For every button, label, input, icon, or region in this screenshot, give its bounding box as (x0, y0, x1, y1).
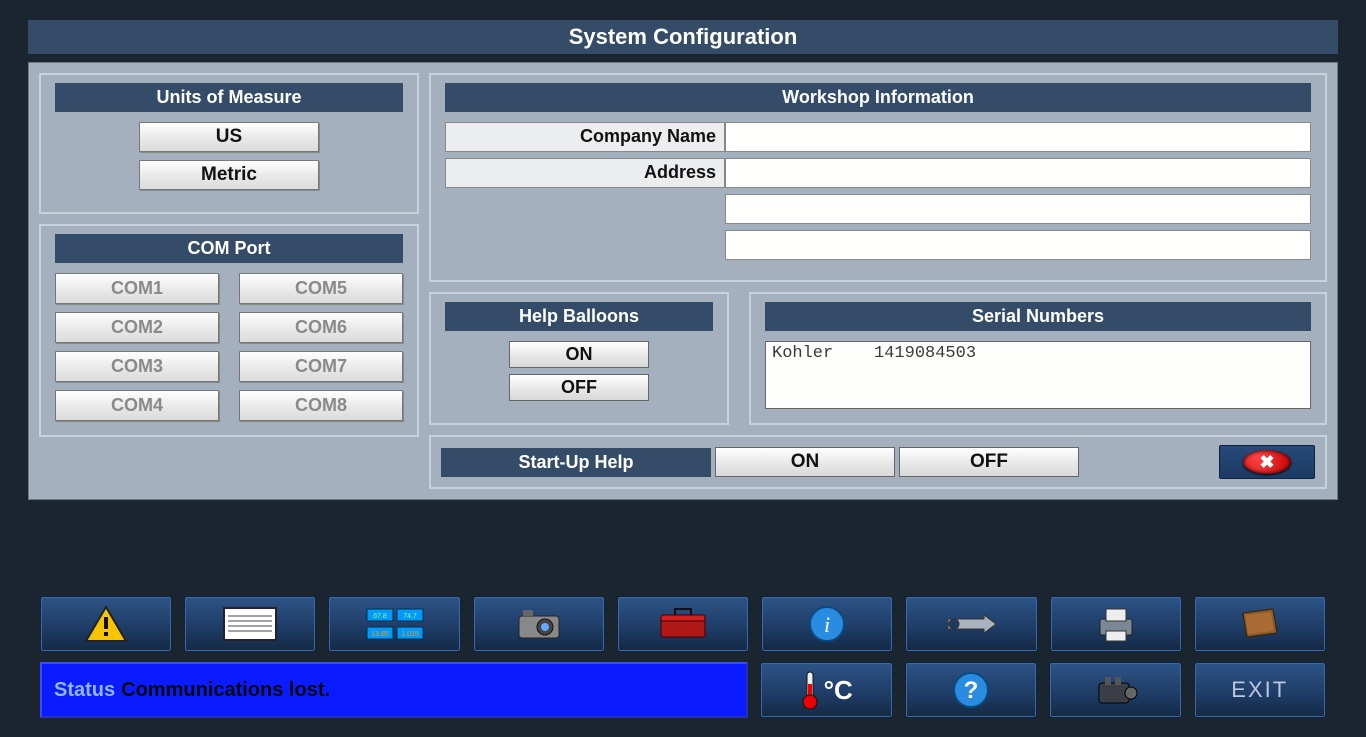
gauges-button[interactable]: 67.8 74.7 13.85 1.015 (328, 596, 460, 652)
com-port-panel: COM Port COM1 COM2 COM3 COM4 COM5 COM6 C… (39, 224, 419, 437)
warning-button[interactable] (40, 596, 172, 652)
units-panel: Units of Measure US Metric (39, 73, 419, 214)
svg-text:74.7: 74.7 (403, 613, 417, 620)
close-icon: ✖ (1243, 450, 1291, 474)
startup-help-header: Start-Up Help (441, 448, 711, 477)
com7-button[interactable]: COM7 (239, 351, 403, 382)
serial-numbers-header: Serial Numbers (765, 302, 1311, 331)
address2-input[interactable] (725, 194, 1311, 224)
toolbox-button[interactable] (617, 596, 749, 652)
status-bar: Status Communications lost. (40, 662, 748, 718)
status-text: Communications lost. (121, 679, 330, 702)
camera-icon (515, 606, 563, 642)
workshop-header: Workshop Information (445, 83, 1311, 112)
book-icon (1239, 607, 1281, 641)
page-title: System Configuration (28, 20, 1338, 54)
thermometer-icon (800, 670, 820, 710)
units-metric-button[interactable]: Metric (139, 160, 319, 190)
com3-button[interactable]: COM3 (55, 351, 219, 382)
address-label: Address (445, 158, 725, 188)
manual-button[interactable] (1194, 596, 1326, 652)
address1-input[interactable] (725, 158, 1311, 188)
status-label: Status (54, 679, 115, 702)
printer-icon (1094, 605, 1138, 643)
camera-button[interactable] (473, 596, 605, 652)
com-port-header: COM Port (55, 234, 403, 263)
workshop-panel: Workshop Information Company Name Addres… (429, 73, 1327, 282)
help-balloons-off-button[interactable]: OFF (509, 374, 649, 401)
wrench-button[interactable] (905, 596, 1037, 652)
help-balloons-panel: Help Balloons ON OFF (429, 292, 729, 425)
units-us-button[interactable]: US (139, 122, 319, 152)
com8-button[interactable]: COM8 (239, 390, 403, 421)
startup-help-off-button[interactable]: OFF (899, 447, 1079, 477)
printer-button[interactable] (1050, 596, 1182, 652)
info-button[interactable]: i (761, 596, 893, 652)
svg-text:67.8: 67.8 (373, 613, 387, 620)
com2-button[interactable]: COM2 (55, 312, 219, 343)
help-balloons-header: Help Balloons (445, 302, 713, 331)
com1-button[interactable]: COM1 (55, 273, 219, 304)
list-icon (222, 606, 278, 642)
engine-icon (1091, 671, 1139, 709)
warning-icon (84, 605, 128, 643)
com5-button[interactable]: COM5 (239, 273, 403, 304)
info-icon: i (807, 604, 847, 644)
temperature-label: °C (824, 675, 853, 706)
serial-numbers-panel: Serial Numbers Kohler 1419084503 (749, 292, 1327, 425)
svg-text:i: i (824, 612, 830, 637)
temperature-button[interactable]: °C (760, 662, 893, 718)
startup-help-row: Start-Up Help ON OFF ✖ (429, 435, 1327, 489)
com6-button[interactable]: COM6 (239, 312, 403, 343)
company-name-input[interactable] (725, 122, 1311, 152)
company-name-label: Company Name (445, 122, 725, 152)
close-button[interactable]: ✖ (1219, 445, 1315, 479)
toolbar-top: 67.8 74.7 13.85 1.015 i (40, 596, 1326, 652)
main-frame: Units of Measure US Metric COM Port COM1… (28, 62, 1338, 500)
help-button[interactable]: ? (905, 662, 1038, 718)
svg-text:?: ? (963, 677, 978, 704)
toolbar-bottom: Status Communications lost. °C ? EXIT (40, 662, 1326, 718)
exit-button[interactable]: EXIT (1194, 662, 1327, 718)
units-header: Units of Measure (55, 83, 403, 112)
wrench-icon (944, 613, 998, 635)
gauges-icon: 67.8 74.7 13.85 1.015 (365, 605, 425, 643)
svg-text:1.015: 1.015 (401, 631, 419, 638)
exit-label: EXIT (1231, 677, 1288, 703)
startup-help-on-button[interactable]: ON (715, 447, 895, 477)
engine-button[interactable] (1049, 662, 1182, 718)
serial-numbers-text: Kohler 1419084503 (765, 341, 1311, 409)
com4-button[interactable]: COM4 (55, 390, 219, 421)
question-icon: ? (951, 670, 991, 710)
svg-text:13.85: 13.85 (371, 631, 389, 638)
list-button[interactable] (184, 596, 316, 652)
help-balloons-on-button[interactable]: ON (509, 341, 649, 368)
toolbox-icon (657, 607, 709, 641)
address3-input[interactable] (725, 230, 1311, 260)
